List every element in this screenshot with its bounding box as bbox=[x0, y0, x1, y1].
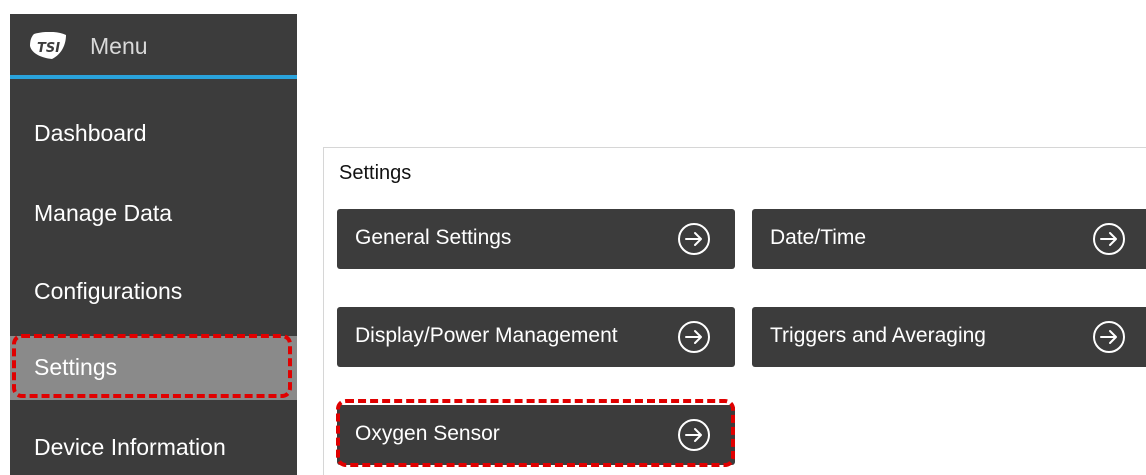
tsi-logo-icon: TSI bbox=[30, 32, 66, 59]
sidebar-item-label: Device Information bbox=[34, 434, 226, 460]
arrow-right-circle-icon bbox=[678, 419, 710, 451]
sidebar-header: TSI Menu bbox=[10, 14, 297, 79]
general-settings-button[interactable]: General Settings bbox=[337, 209, 735, 269]
tile-label: Display/Power Management bbox=[355, 324, 618, 347]
sidebar-item-label: Settings bbox=[34, 354, 118, 380]
menu-title: Menu bbox=[90, 33, 148, 59]
sidebar-item-manage-data[interactable]: Manage Data bbox=[10, 182, 297, 246]
tile-label: Oxygen Sensor bbox=[355, 422, 500, 445]
date-time-button[interactable]: Date/Time bbox=[752, 209, 1146, 269]
sidebar-item-label: Dashboard bbox=[34, 120, 147, 146]
header-accent-line bbox=[10, 75, 297, 79]
sidebar-item-dashboard[interactable]: Dashboard bbox=[10, 102, 297, 166]
sidebar-item-configurations[interactable]: Configurations bbox=[10, 260, 297, 324]
arrow-right-circle-icon bbox=[678, 321, 710, 353]
arrow-right-circle-icon bbox=[1093, 321, 1125, 353]
sidebar-item-device-information[interactable]: Device Information bbox=[10, 416, 297, 475]
arrow-right-circle-icon bbox=[678, 223, 710, 255]
tile-label: General Settings bbox=[355, 226, 512, 249]
display-power-management-button[interactable]: Display/Power Management bbox=[337, 307, 735, 367]
panel-title: Settings bbox=[339, 162, 412, 184]
triggers-and-averaging-button[interactable]: Triggers and Averaging bbox=[752, 307, 1146, 367]
tile-label: Triggers and Averaging bbox=[770, 324, 986, 347]
sidebar-item-label: Configurations bbox=[34, 278, 183, 304]
tile-label: Date/Time bbox=[770, 226, 867, 249]
sidebar-item-settings[interactable]: Settings bbox=[10, 336, 297, 400]
sidebar-item-label: Manage Data bbox=[34, 200, 173, 226]
svg-text:TSI: TSI bbox=[37, 41, 60, 56]
oxygen-sensor-button[interactable]: Oxygen Sensor bbox=[337, 405, 735, 465]
sidebar-menu: TSI Menu Dashboard Manage Data Configura… bbox=[10, 14, 297, 475]
arrow-right-circle-icon bbox=[1093, 223, 1125, 255]
